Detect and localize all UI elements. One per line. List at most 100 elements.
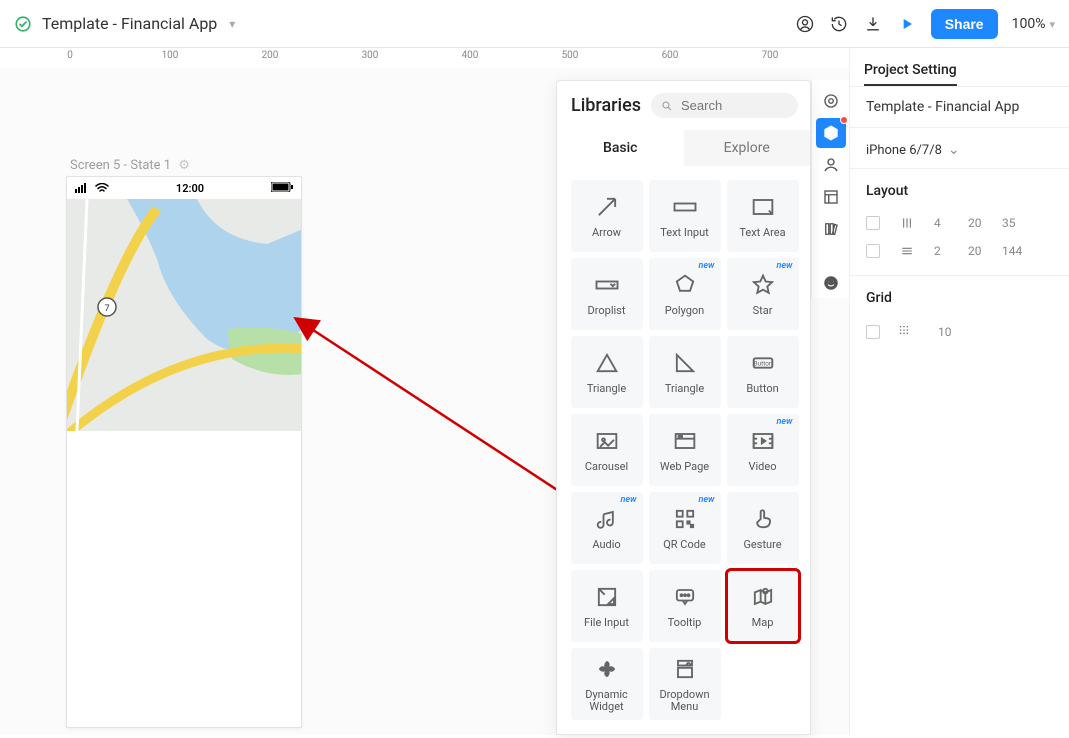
topbar-left: Template - Financial App ▾ (14, 14, 235, 33)
history-icon[interactable] (829, 14, 849, 34)
rail-components-icon[interactable] (816, 118, 846, 148)
lib-item-video[interactable]: newVideo (727, 414, 799, 486)
device-selector[interactable]: iPhone 6/7/8 ⌄ (866, 142, 1053, 158)
zoom-value: 100% (1012, 16, 1046, 32)
lib-item-text-input[interactable]: Text Input (649, 180, 721, 252)
user-avatar-icon[interactable] (795, 14, 815, 34)
lib-item-button[interactable]: ButtonButton (727, 336, 799, 408)
signal-wifi-icon (75, 183, 109, 193)
ruler-tick: 0 (67, 50, 73, 61)
lib-item-arrow[interactable]: Arrow (571, 180, 643, 252)
ruler-tick: 400 (462, 50, 479, 61)
library-grid: Arrow Text Input Text Area Droplist newP… (557, 166, 810, 722)
badge-new: new (776, 418, 792, 428)
rows-icon (896, 243, 918, 259)
screen-label-text: Screen 5 - State 1 (70, 158, 171, 173)
zoom-level[interactable]: 100%▾ (1012, 16, 1055, 32)
map-widget[interactable]: 7 (67, 199, 301, 431)
ruler-tick: 500 (562, 50, 579, 61)
library-tabs: Basic Explore (557, 130, 810, 166)
route-marker: 7 (104, 304, 109, 314)
ruler-tick: 200 (262, 50, 279, 61)
rail-emoji-icon[interactable] (816, 268, 846, 298)
ruler-tick: 100 (162, 50, 179, 61)
badge-new: new (776, 262, 792, 272)
layout-row-count: 2 (934, 244, 952, 258)
tab-project-setting[interactable]: Project Setting (864, 56, 957, 86)
grid-title: Grid (866, 290, 1053, 306)
layout-row-rows[interactable]: 2 20 144 (866, 237, 1053, 265)
lib-item-map[interactable]: Map (727, 570, 799, 642)
device-frame[interactable]: 12:00 7 (66, 176, 302, 728)
chevron-down-icon: ⌄ (948, 142, 960, 158)
zoom-dropdown-icon: ▾ (1049, 18, 1055, 31)
app-logo-icon (14, 15, 32, 33)
lib-item-gesture[interactable]: Gesture (727, 492, 799, 564)
right-panel: Project Setting Template - Financial App… (849, 48, 1069, 735)
checkbox[interactable] (866, 216, 880, 230)
share-button[interactable]: Share (931, 9, 998, 39)
ruler-tick: 300 (362, 50, 379, 61)
lib-item-triangle-right[interactable]: Triangle (649, 336, 721, 408)
grid-size: 10 (938, 325, 952, 339)
side-rail (811, 80, 849, 298)
search-input[interactable] (679, 97, 788, 114)
battery-icon (271, 182, 293, 195)
layout-row-columns[interactable]: 4 20 35 (866, 209, 1053, 237)
horizontal-ruler: 0 100 200 300 400 500 600 700 (0, 48, 849, 68)
rail-target-icon[interactable] (816, 86, 846, 116)
lib-item-dropdown-menu[interactable]: Dropdown Menu (649, 648, 721, 720)
columns-icon (896, 215, 918, 231)
lib-item-qr-code[interactable]: newQR Code (649, 492, 721, 564)
layout-row-height: 144 (1002, 244, 1022, 258)
gear-icon[interactable]: ⚙ (178, 158, 190, 173)
play-icon[interactable] (897, 14, 917, 34)
lib-item-triangle-iso[interactable]: Triangle (571, 336, 643, 408)
lib-item-web-page[interactable]: Web Page (649, 414, 721, 486)
badge-new: new (620, 496, 636, 506)
search-icon (661, 99, 673, 113)
screen-label[interactable]: Screen 5 - State 1 ⚙ (70, 158, 190, 173)
grid-section: Grid 10 (850, 276, 1069, 357)
checkbox[interactable] (866, 325, 880, 339)
layout-section: Layout 4 20 35 2 20 144 (850, 169, 1069, 276)
rail-layout-icon[interactable] (816, 182, 846, 212)
search-input-wrap[interactable] (651, 93, 798, 118)
project-title[interactable]: Template - Financial App (42, 14, 217, 33)
layout-col-gutter: 20 (968, 216, 986, 230)
lib-item-dynamic-widget[interactable]: Dynamic Widget (571, 648, 643, 720)
layout-title: Layout (866, 183, 1053, 199)
lib-item-audio[interactable]: newAudio (571, 492, 643, 564)
status-bar: 12:00 (67, 177, 301, 199)
status-time: 12:00 (176, 182, 204, 195)
download-icon[interactable] (863, 14, 883, 34)
lib-item-carousel[interactable]: Carousel (571, 414, 643, 486)
checkbox[interactable] (866, 244, 880, 258)
lib-item-star[interactable]: newStar (727, 258, 799, 330)
rail-library-icon[interactable] (816, 214, 846, 244)
lib-item-tooltip[interactable]: Tooltip (649, 570, 721, 642)
project-name: Template - Financial App (850, 87, 1069, 128)
badge-new: new (698, 496, 714, 506)
device-name: iPhone 6/7/8 (866, 143, 942, 158)
lib-item-text-area[interactable]: Text Area (727, 180, 799, 252)
top-bar: Template - Financial App ▾ Share 100%▾ (0, 0, 1069, 48)
grid-dots-icon (896, 322, 912, 341)
grid-row[interactable]: 10 (866, 316, 1053, 347)
rail-user-icon[interactable] (816, 150, 846, 180)
tab-basic[interactable]: Basic (557, 130, 684, 166)
ruler-tick: 700 (762, 50, 779, 61)
lib-item-polygon[interactable]: newPolygon (649, 258, 721, 330)
layout-col-count: 4 (934, 216, 952, 230)
project-title-dropdown-icon[interactable]: ▾ (229, 17, 235, 31)
lib-item-file-input[interactable]: File Input (571, 570, 643, 642)
topbar-actions: Share 100%▾ (795, 9, 1055, 39)
tab-explore[interactable]: Explore (684, 130, 811, 166)
libraries-header: Libraries (557, 81, 810, 130)
svg-text:Button: Button (753, 359, 772, 367)
layout-col-margin: 35 (1002, 216, 1020, 230)
badge-new: new (698, 262, 714, 272)
lib-item-droplist[interactable]: Droplist (571, 258, 643, 330)
ruler-tick: 600 (662, 50, 679, 61)
notification-dot (840, 116, 848, 124)
